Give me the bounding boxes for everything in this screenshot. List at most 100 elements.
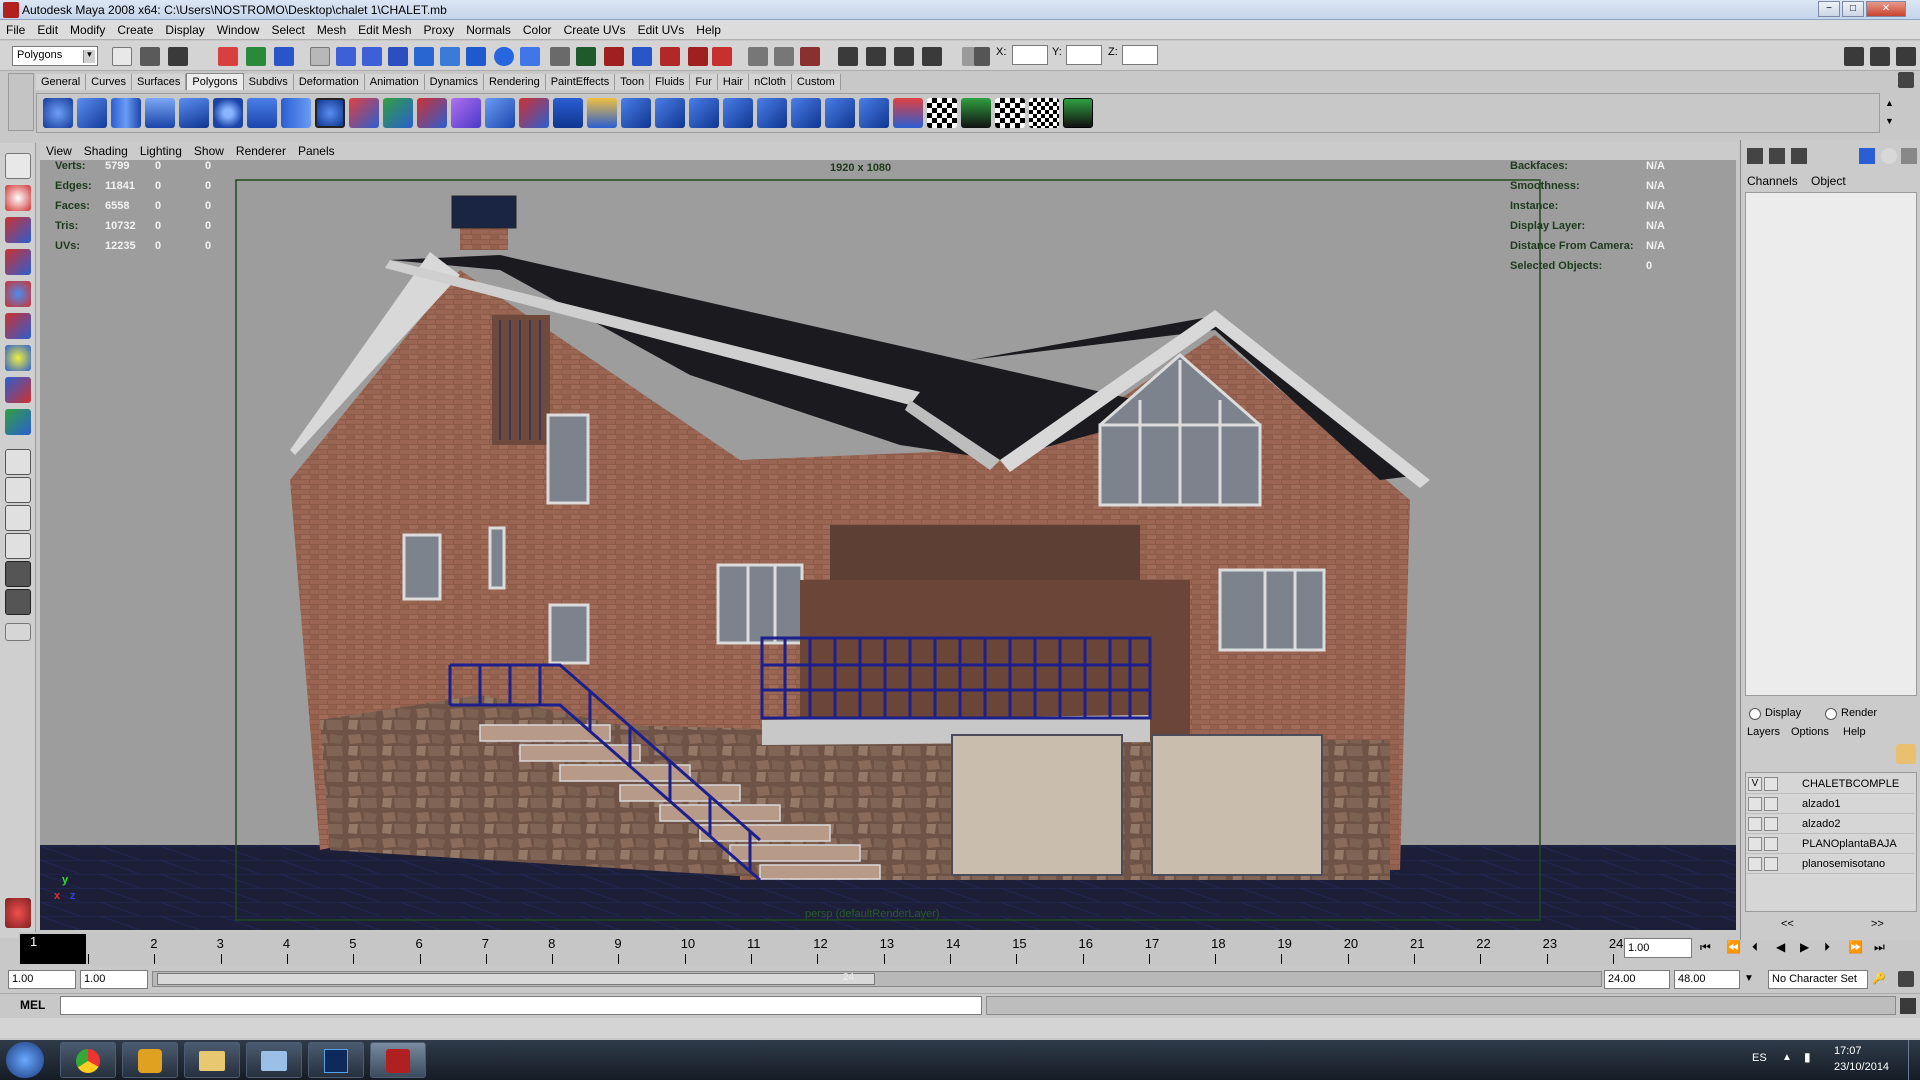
object-menu[interactable]: Object bbox=[1811, 174, 1846, 188]
channel-layer-toggle-icon[interactable] bbox=[1769, 148, 1785, 164]
ipr-render-icon[interactable] bbox=[866, 47, 886, 66]
layer-scroll-left[interactable]: << bbox=[1781, 918, 1794, 930]
layer-scroll-right[interactable]: >> bbox=[1871, 918, 1884, 930]
menu-edit-uvs[interactable]: Edit UVs bbox=[632, 20, 691, 40]
playback-end-field[interactable]: 24.00 bbox=[1604, 970, 1670, 989]
tab-ncloth[interactable]: nCloth bbox=[749, 74, 792, 90]
tab-dynamics[interactable]: Dynamics bbox=[424, 74, 484, 90]
clock-time[interactable]: 17:07 bbox=[1834, 1045, 1862, 1057]
smooth-icon[interactable] bbox=[451, 98, 481, 128]
select-joints-icon[interactable] bbox=[362, 47, 382, 66]
snap-curve-icon[interactable] bbox=[632, 47, 652, 66]
lock-selection-icon[interactable] bbox=[550, 47, 570, 66]
shelf-scroll-up-icon[interactable]: ▲ bbox=[1885, 98, 1895, 108]
step-back-frame-icon[interactable]: ⏴ bbox=[1752, 940, 1758, 955]
explorer-taskbar-icon[interactable] bbox=[184, 1042, 240, 1078]
automatic-mapping-icon[interactable] bbox=[1029, 98, 1059, 128]
lasso-tool-icon[interactable] bbox=[5, 185, 31, 211]
layer-type-toggle[interactable] bbox=[1764, 837, 1778, 851]
menu-normals[interactable]: Normals bbox=[460, 20, 517, 40]
menu-proxy[interactable]: Proxy bbox=[418, 20, 461, 40]
playback-start-field[interactable]: 1.00 bbox=[80, 970, 148, 989]
select-tool-icon[interactable] bbox=[5, 153, 31, 179]
tool-settings-icon[interactable] bbox=[1881, 148, 1897, 164]
menu-help[interactable]: Help bbox=[690, 20, 727, 40]
select-hierarchy-icon[interactable] bbox=[218, 47, 238, 66]
snap-view-plane-icon[interactable] bbox=[688, 47, 708, 66]
texture-editor-icon[interactable] bbox=[1063, 98, 1093, 128]
panel-menu-renderer[interactable]: Renderer bbox=[230, 142, 292, 160]
layer-row[interactable]: V CHALETBCOMPLE bbox=[1746, 775, 1914, 794]
uv-checker-icon[interactable] bbox=[927, 98, 957, 128]
layer-row[interactable]: alzado1 bbox=[1746, 795, 1914, 814]
quadrangulate-icon[interactable] bbox=[825, 98, 855, 128]
poly-cone-icon[interactable] bbox=[145, 98, 175, 128]
shelf-scroll-down-icon[interactable]: ▼ bbox=[1885, 116, 1895, 126]
layout-menu-dropdown-icon[interactable] bbox=[5, 623, 31, 641]
collapse-icon[interactable] bbox=[757, 98, 787, 128]
universal-manipulator-icon[interactable] bbox=[5, 345, 31, 371]
select-object-icon[interactable] bbox=[246, 47, 266, 66]
panel-menu-show[interactable]: Show bbox=[188, 142, 230, 160]
tab-general[interactable]: General bbox=[36, 74, 87, 90]
chrome-taskbar-icon[interactable] bbox=[60, 1042, 116, 1078]
help-menu[interactable]: Help bbox=[1843, 726, 1866, 738]
menu-mesh[interactable]: Mesh bbox=[311, 20, 352, 40]
tab-surfaces[interactable]: Surfaces bbox=[131, 74, 187, 90]
character-set-dropdown-icon[interactable]: ▼ bbox=[1744, 973, 1758, 987]
remote-desktop-taskbar-icon[interactable] bbox=[246, 1042, 302, 1078]
go-to-end-icon[interactable]: ⏭ bbox=[1874, 940, 1885, 955]
render-radio[interactable] bbox=[1825, 708, 1837, 720]
hypershade-icon[interactable] bbox=[922, 47, 942, 66]
range-slider-track[interactable]: 24 bbox=[152, 971, 1602, 987]
render-settings-icon[interactable] bbox=[894, 47, 914, 66]
range-slider-handle[interactable] bbox=[157, 973, 875, 985]
triangulate-icon[interactable] bbox=[791, 98, 821, 128]
display-radio[interactable] bbox=[1749, 708, 1761, 720]
perspective-viewport[interactable]: 1920 x 1080 Verts: 5799 0 0 Edges: 11841… bbox=[40, 160, 1736, 930]
layer-visibility-toggle[interactable] bbox=[1748, 797, 1762, 811]
layer-visibility-toggle[interactable] bbox=[1748, 857, 1762, 871]
menu-create[interactable]: Create bbox=[111, 20, 159, 40]
make-live-icon[interactable] bbox=[712, 47, 732, 66]
select-curves-icon[interactable] bbox=[388, 47, 408, 66]
tool-settings-toggle-icon[interactable] bbox=[1870, 47, 1890, 66]
open-scene-icon[interactable] bbox=[140, 47, 160, 66]
poly-prism-icon[interactable] bbox=[247, 98, 277, 128]
append-polygon-icon[interactable] bbox=[553, 98, 583, 128]
time-slider[interactable]: 1 2 3 4 5 6 7 8 9 10 11 12 13 14 15 16 17 18 19 20 21 22 23 24 bbox=[18, 932, 1623, 966]
maya-taskbar-icon[interactable] bbox=[370, 1042, 426, 1078]
language-indicator[interactable]: ES bbox=[1752, 1052, 1767, 1064]
extrude-icon[interactable] bbox=[485, 98, 515, 128]
network-icon[interactable]: ▮ bbox=[1804, 1050, 1811, 1064]
clock-date[interactable]: 23/10/2014 bbox=[1834, 1061, 1889, 1073]
minimize-button[interactable]: − bbox=[1818, 1, 1840, 17]
menu-edit[interactable]: Edit bbox=[31, 20, 64, 40]
select-handles-icon[interactable] bbox=[336, 47, 356, 66]
paint-select-tool-icon[interactable] bbox=[5, 217, 31, 243]
tab-subdivs[interactable]: Subdivs bbox=[243, 74, 294, 90]
step-forward-key-icon[interactable]: ⏩ bbox=[1848, 940, 1863, 954]
mirror-geometry-icon[interactable] bbox=[859, 98, 889, 128]
channel-box-icon[interactable] bbox=[1747, 148, 1763, 164]
tab-animation[interactable]: Animation bbox=[364, 74, 425, 90]
new-scene-icon[interactable] bbox=[112, 47, 132, 66]
layer-visibility-toggle[interactable] bbox=[1748, 817, 1762, 831]
z-field[interactable] bbox=[1122, 45, 1158, 65]
combine-icon[interactable] bbox=[349, 98, 379, 128]
menu-edit-mesh[interactable]: Edit Mesh bbox=[352, 20, 417, 40]
start-button-icon[interactable] bbox=[6, 1042, 44, 1078]
photoshop-taskbar-icon[interactable] bbox=[308, 1042, 364, 1078]
merge-vertices-icon[interactable] bbox=[723, 98, 753, 128]
panel-menu-shading[interactable]: Shading bbox=[78, 142, 134, 160]
trash-icon[interactable] bbox=[1898, 72, 1914, 88]
step-forward-frame-icon[interactable]: ⏵ bbox=[1824, 940, 1830, 955]
scale-tool-icon[interactable] bbox=[5, 313, 31, 339]
poly-sphere-icon[interactable] bbox=[43, 98, 73, 128]
construction-history-icon[interactable] bbox=[800, 47, 820, 66]
separate-icon[interactable] bbox=[383, 98, 413, 128]
select-rendering-icon[interactable] bbox=[494, 47, 514, 66]
script-editor-icon[interactable] bbox=[1900, 998, 1916, 1014]
poly-cylinder-icon[interactable] bbox=[111, 98, 141, 128]
current-time-field[interactable]: 1.00 bbox=[1624, 938, 1692, 958]
